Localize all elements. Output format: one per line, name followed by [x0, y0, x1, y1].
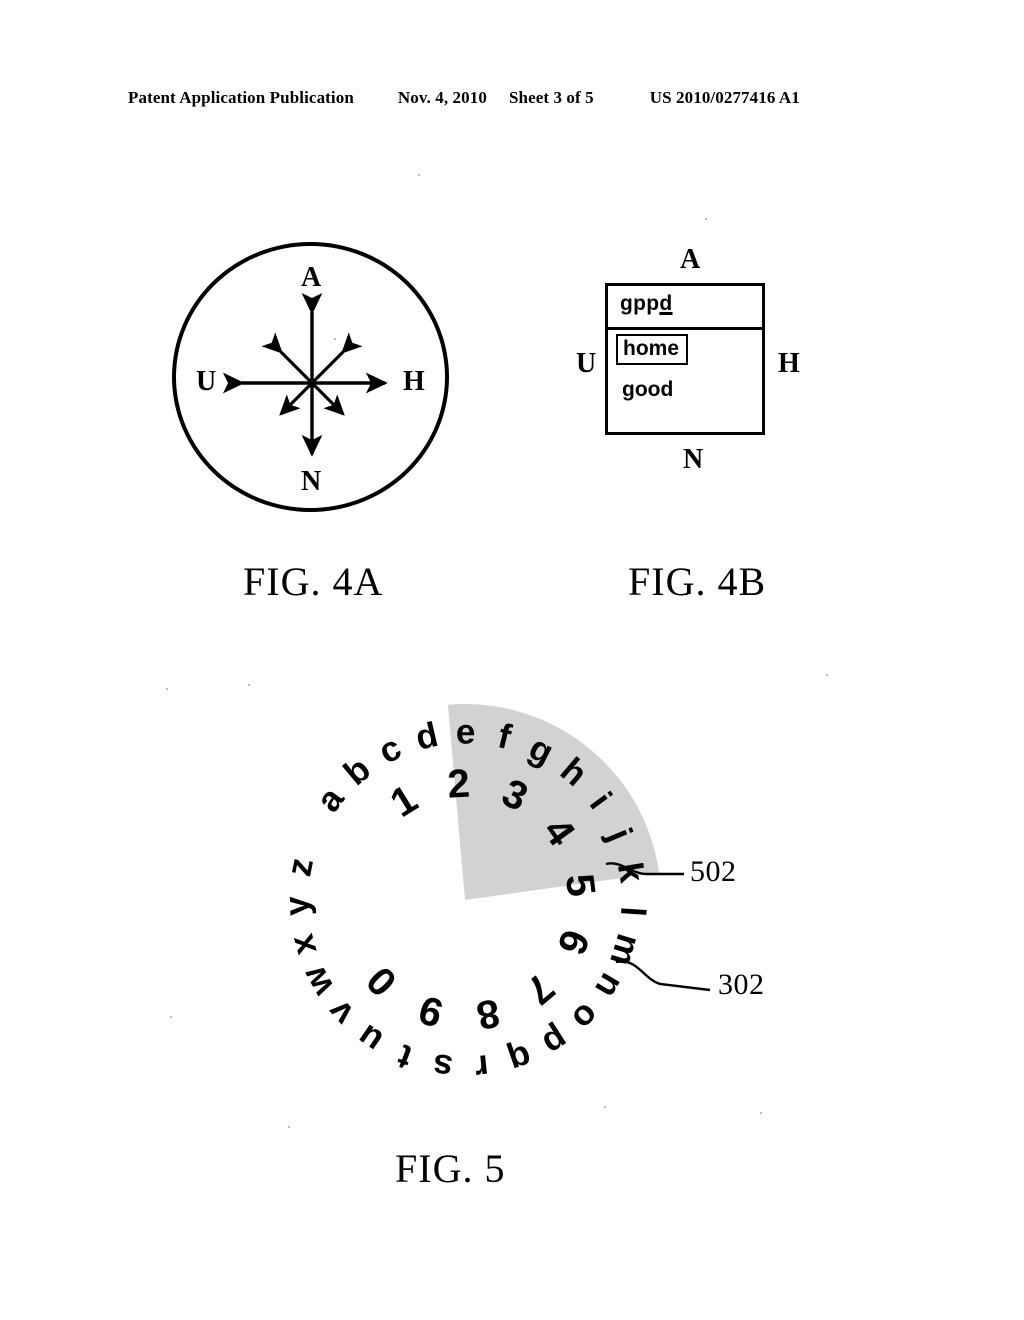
fig4b-label-u: U [576, 348, 597, 379]
scan-speckle [248, 684, 250, 686]
dial-outer-char-u[interactable]: u [350, 1017, 390, 1061]
fig4a-label-u: U [196, 366, 217, 397]
header-sheet-number: Sheet 3 of 5 [508, 88, 594, 107]
header-date: Nov. 4, 2010 [397, 88, 487, 107]
header-publication-title: Patent Application Publication [128, 88, 354, 107]
dial-outer-char-x[interactable]: x [282, 930, 325, 960]
fig4a-label-n: N [301, 466, 322, 497]
dial-inner-char-9[interactable]: 9 [414, 987, 448, 1036]
figure-4b: gppd home good A U H N [570, 240, 820, 490]
fig4b-typed-caret-char: d [659, 292, 673, 315]
reference-numeral-302: 302 [718, 968, 765, 1001]
dial-outer-char-d[interactable]: d [412, 715, 442, 758]
figure-4a: A U H N [160, 232, 470, 532]
scan-speckle [705, 218, 707, 220]
fig4b-typed-text: gppd [620, 292, 673, 316]
scan-speckle [760, 1112, 762, 1114]
dial-inner-char-2[interactable]: 2 [446, 762, 471, 807]
header-patent-number: US 2010/0277416 A1 [649, 88, 800, 107]
dial-outer-char-p[interactable]: p [536, 1019, 575, 1063]
leader-line-302 [615, 960, 711, 992]
fig4b-candidate-selected[interactable]: home [616, 334, 689, 366]
figure-5-caption: FIG. 5 [395, 1146, 506, 1191]
dial-outer-char-w[interactable]: w [294, 959, 342, 1003]
fig4a-label-a: A [301, 262, 322, 293]
figure-4b-caption: FIG. 4B [628, 559, 767, 604]
fig4b-typed-prefix: gpp [620, 292, 660, 315]
fig4b-label-a: A [680, 244, 701, 275]
dial-outer-char-e[interactable]: e [456, 712, 476, 751]
scan-speckle [170, 1016, 172, 1018]
fig4b-panel: gppd home good [605, 283, 765, 435]
fig4a-label-h: H [403, 366, 425, 397]
dial-inner-char-7[interactable]: 7 [517, 965, 562, 1013]
dial-outer-char-a[interactable]: a [309, 780, 352, 819]
scan-speckle [166, 688, 168, 690]
fig4b-divider [608, 327, 762, 330]
dial-outer-char-y[interactable]: y [277, 895, 317, 916]
dial-outer-char-z[interactable]: z [279, 855, 321, 880]
dial-inner-char-1[interactable]: 1 [383, 777, 425, 826]
dial-outer-char-q[interactable]: q [504, 1037, 537, 1081]
scan-speckle [826, 674, 828, 676]
dial-inner-char-8[interactable]: 8 [473, 990, 504, 1038]
reference-numeral-502: 502 [690, 855, 737, 888]
scan-speckle [604, 1106, 606, 1108]
dial-inner-char-0[interactable]: 0 [358, 958, 405, 1005]
fig4b-label-n: N [683, 444, 704, 475]
page-header: Patent Application Publication Nov. 4, 2… [128, 88, 896, 108]
fig4b-candidate-second[interactable]: good [622, 378, 673, 402]
scan-speckle [288, 1126, 290, 1128]
dial-outer-char-t[interactable]: t [392, 1036, 417, 1077]
scan-speckle [418, 174, 420, 176]
figure-4a-caption: FIG. 4A [243, 559, 384, 604]
dial-outer-char-s[interactable]: s [431, 1046, 455, 1087]
scan-speckle [334, 338, 336, 340]
dial-outer-char-b[interactable]: b [336, 749, 377, 793]
fig4b-candidate-second-label: good [622, 378, 674, 401]
fig4b-label-h: H [778, 348, 800, 379]
dial-outer-char-c[interactable]: c [373, 728, 408, 772]
dial-outer-char-r[interactable]: r [473, 1047, 491, 1087]
dial-outer-char-v[interactable]: v [319, 992, 361, 1033]
fig4b-candidate-selected-label: home [623, 337, 680, 360]
leader-line-502 [605, 862, 684, 876]
